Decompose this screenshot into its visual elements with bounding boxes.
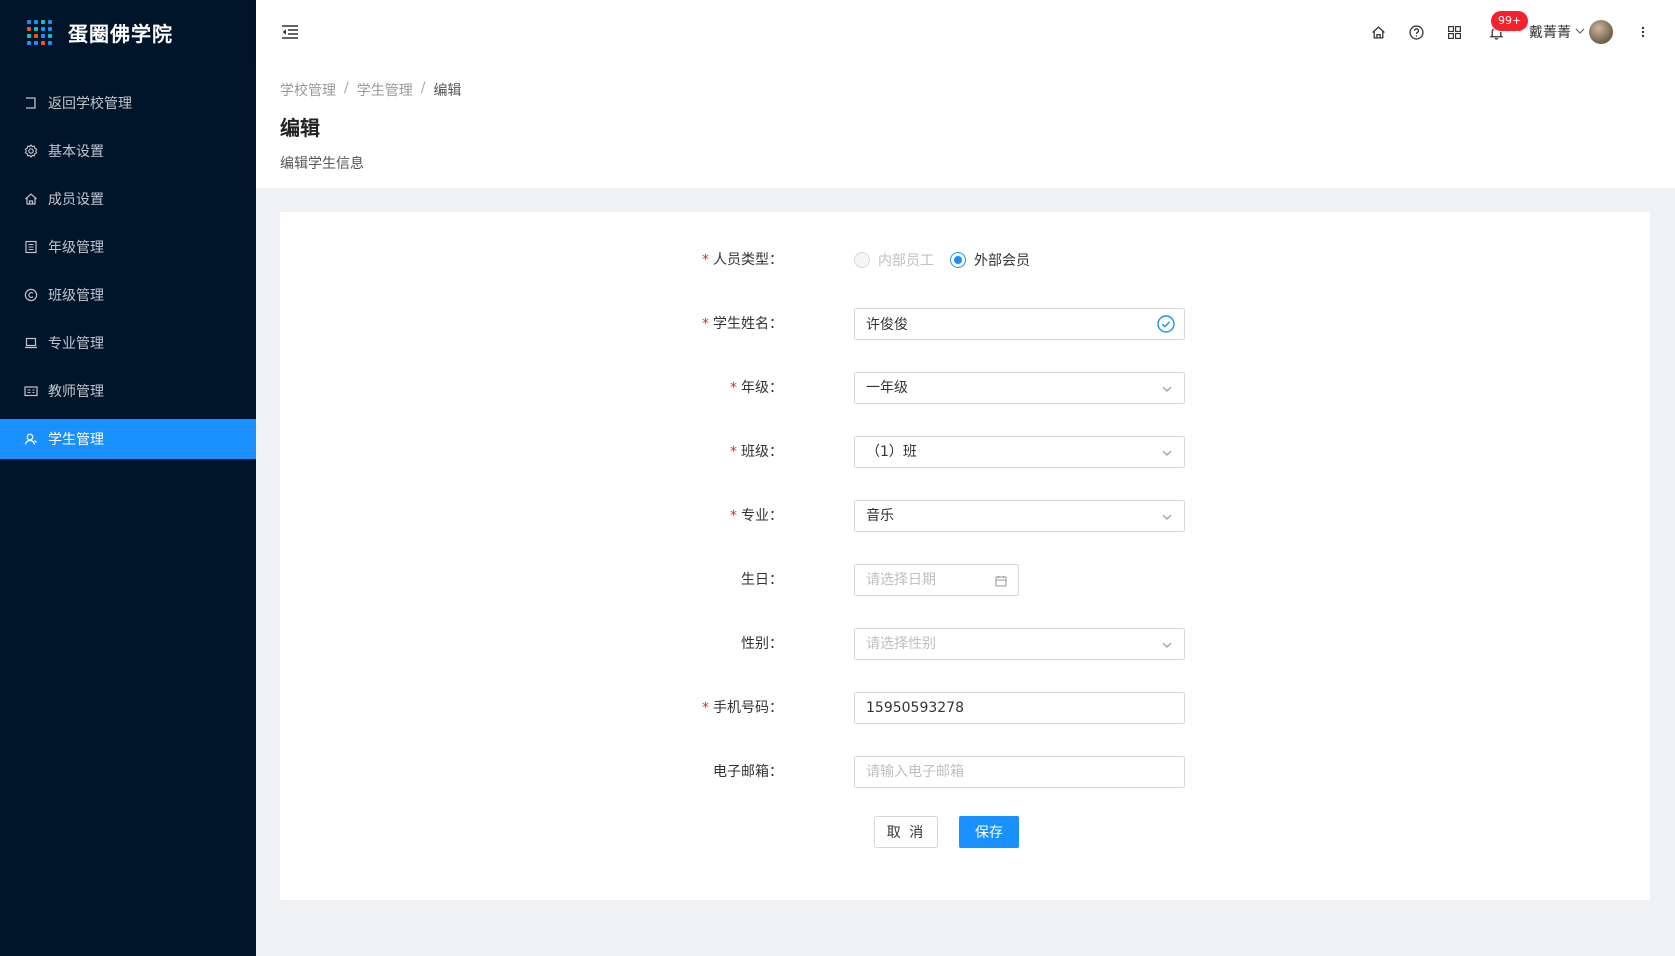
birthday-label: 生日： <box>741 572 783 588</box>
notification-button[interactable]: 99+ <box>1477 0 1529 64</box>
person-type-label: * 人员类型： <box>702 252 783 268</box>
major-value: 音乐 <box>866 508 894 524</box>
class-label: * 班级： <box>730 444 783 460</box>
breadcrumb: 学校管理 / 学生管理 / 编辑 <box>280 80 1651 100</box>
return-icon <box>24 96 38 110</box>
sidebar-item-label: 班级管理 <box>48 288 104 304</box>
form-row-grade: * 年级： 一年级 <box>280 372 1650 404</box>
breadcrumb-item-student[interactable]: 学生管理 <box>357 80 413 100</box>
logo-grid-icon <box>27 19 52 45</box>
check-circle-icon <box>1157 315 1175 333</box>
form-row-birthday: 生日： 请选择日期 <box>280 564 1650 596</box>
user-menu[interactable]: 戴菁菁 <box>1529 20 1613 44</box>
grade-label: * 年级： <box>730 380 783 396</box>
phone-label: * 手机号码： <box>702 700 783 716</box>
class-value: （1）班 <box>866 444 917 460</box>
laptop-icon <box>24 336 38 350</box>
logo[interactable]: 蛋圈佛学院 <box>0 0 256 64</box>
page-header: 学校管理 / 学生管理 / 编辑 编辑 编辑学生信息 <box>256 64 1675 188</box>
page-title: 编辑 <box>280 116 320 140</box>
student-name-wrapper <box>854 308 1185 340</box>
email-label: 电子邮箱： <box>713 764 783 780</box>
radio-internal-staff[interactable]: 内部员工 <box>854 250 934 270</box>
breadcrumb-separator: / <box>344 80 349 96</box>
save-button[interactable]: 保存 <box>959 816 1019 848</box>
sidebar-item-basic-settings[interactable]: 基本设置 <box>0 131 256 171</box>
gender-select[interactable]: 请选择性别 <box>854 628 1185 660</box>
sidebar-item-teacher-management[interactable]: 教师管理 <box>0 371 256 411</box>
sidebar-item-member-settings[interactable]: 成员设置 <box>0 179 256 219</box>
sidebar-item-label: 年级管理 <box>48 240 104 256</box>
form-card: *人员类型： 内部员工 外部会员 *学生姓名： *年级： 一年级 <box>280 212 1650 900</box>
apps-icon[interactable] <box>1435 0 1473 64</box>
grade-select[interactable]: 一年级 <box>854 372 1185 404</box>
sidebar-item-major-management[interactable]: 专业管理 <box>0 323 256 363</box>
chevron-down-icon <box>1162 450 1172 456</box>
sidebar-item-label: 成员设置 <box>48 192 104 208</box>
sidebar-item-label: 返回学校管理 <box>48 96 132 112</box>
id-card-icon <box>24 384 38 398</box>
copyright-icon <box>24 288 38 302</box>
form-row-person-type: * 人员类型： 内部员工 外部会员 <box>280 244 1650 276</box>
email-wrapper <box>854 756 1185 788</box>
class-select[interactable]: （1）班 <box>854 436 1185 468</box>
top-header: 99+ 戴菁菁 <box>256 0 1675 64</box>
menu-fold-icon[interactable] <box>280 22 300 42</box>
building-icon <box>24 240 38 254</box>
calendar-icon <box>995 576 1007 587</box>
app-title: 蛋圈佛学院 <box>68 21 173 46</box>
form-row-gender: 性别： 请选择性别 <box>280 628 1650 660</box>
chevron-down-icon <box>1162 386 1172 392</box>
form-row-major: * 专业： 音乐 <box>280 500 1650 532</box>
sidebar-item-student-management[interactable]: 学生管理 <box>0 419 256 459</box>
chevron-down-icon <box>1162 642 1172 648</box>
user-name: 戴菁菁 <box>1529 25 1571 41</box>
notification-badge: 99+ <box>1491 11 1529 31</box>
student-name-input[interactable] <box>854 308 1185 340</box>
gender-label: 性别： <box>741 636 783 652</box>
chevron-down-icon <box>1162 514 1172 520</box>
breadcrumb-separator: / <box>420 80 426 96</box>
user-icon <box>24 432 38 446</box>
page-description: 编辑学生信息 <box>280 156 364 172</box>
sidebar-item-class-management[interactable]: 班级管理 <box>0 275 256 315</box>
person-type-radio-group: 内部员工 外部会员 <box>854 244 1046 276</box>
sidebar-item-label: 专业管理 <box>48 336 104 352</box>
sidebar-item-label: 学生管理 <box>48 432 104 448</box>
student-name-label: * 学生姓名： <box>702 316 783 332</box>
major-select[interactable]: 音乐 <box>854 500 1185 532</box>
form-row-student-name: * 学生姓名： <box>280 308 1650 340</box>
birthday-date-picker[interactable]: 请选择日期 <box>854 564 1019 596</box>
radio-circle <box>854 252 870 268</box>
question-icon[interactable] <box>1397 0 1435 64</box>
radio-external-member[interactable]: 外部会员 <box>950 250 1030 270</box>
gear-icon <box>24 144 38 158</box>
gender-placeholder: 请选择性别 <box>866 636 936 652</box>
avatar[interactable] <box>1589 20 1613 44</box>
cancel-button[interactable]: 取 消 <box>874 816 938 848</box>
phone-wrapper <box>854 692 1185 724</box>
grade-value: 一年级 <box>866 380 908 396</box>
phone-input[interactable] <box>854 692 1185 724</box>
form-row-class: * 班级： （1）班 <box>280 436 1650 468</box>
breadcrumb-item-current: 编辑 <box>433 83 462 99</box>
sidebar-item-label: 教师管理 <box>48 384 104 400</box>
birthday-placeholder: 请选择日期 <box>866 572 936 588</box>
email-input[interactable] <box>854 756 1185 788</box>
sidebar-item-grade-management[interactable]: 年级管理 <box>0 227 256 267</box>
header-actions: 99+ 戴菁菁 <box>1359 0 1655 64</box>
home-icon[interactable] <box>1359 0 1397 64</box>
form-row-email: 电子邮箱： <box>280 756 1650 788</box>
chevron-down-icon <box>1575 27 1585 38</box>
form-row-phone: * 手机号码： <box>280 692 1650 724</box>
radio-circle <box>950 252 966 268</box>
sidebar-menu: 返回学校管理 基本设置 成员设置 年级管理 班级管理 专业管理 教师管理 学生管… <box>0 83 256 459</box>
sidebar-item-label: 基本设置 <box>48 144 104 160</box>
sidebar: 蛋圈佛学院 返回学校管理 基本设置 成员设置 年级管理 班级管理 专业管理 教师… <box>0 0 256 956</box>
sidebar-item-return-school[interactable]: 返回学校管理 <box>0 83 256 123</box>
more-icon[interactable] <box>1631 25 1655 39</box>
major-label: * 专业： <box>730 508 783 524</box>
breadcrumb-item-school[interactable]: 学校管理 <box>280 80 336 100</box>
home-icon <box>24 192 38 206</box>
